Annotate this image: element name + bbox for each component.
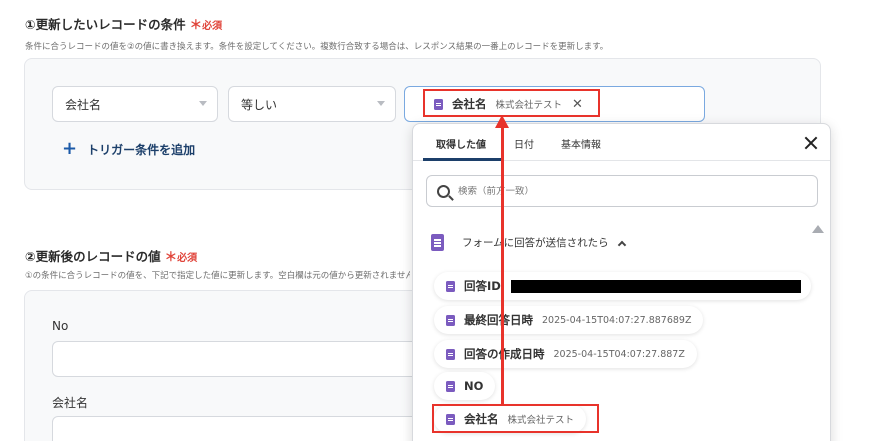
condition-field-value: 会社名 <box>65 97 102 112</box>
item-value: 2025-04-15T04:07:27.887Z <box>553 348 685 360</box>
plus-icon: + <box>62 138 78 159</box>
list-item[interactable]: 回答ID <box>434 272 811 300</box>
item-value: 2025-04-15T04:07:27.887689Z <box>542 314 692 326</box>
google-forms-icon <box>446 314 455 326</box>
google-forms-icon <box>431 234 444 251</box>
field-label-no: No <box>52 319 69 333</box>
highlight-box-source <box>432 404 599 433</box>
section2-title-text: ②更新後のレコードの値 <box>25 249 161 264</box>
close-icon[interactable] <box>802 134 820 152</box>
section1-title-text: ①更新したいレコードの条件 <box>25 17 186 32</box>
item-label: 回答の作成日時 <box>464 347 545 361</box>
redacted-value <box>510 279 801 293</box>
google-forms-icon <box>446 380 455 392</box>
chevron-down-icon <box>199 101 207 106</box>
condition-operator-select[interactable]: 等しい <box>228 86 396 122</box>
add-trigger-label: トリガー条件を追加 <box>87 142 196 157</box>
tab-date[interactable]: 日付 <box>514 136 534 151</box>
item-label: NO <box>464 379 484 393</box>
section1-title: ①更新したいレコードの条件 ＊必須 <box>25 14 222 33</box>
chevron-down-icon <box>377 101 385 106</box>
group-title: フォームに回答が送信されたら <box>462 237 609 249</box>
section1-description: 条件に合うレコードの値を②の値に書き換えます。条件を設定してください。複数行合致… <box>25 42 609 52</box>
add-trigger-button[interactable]: + トリガー条件を追加 <box>62 140 195 158</box>
chevron-up-icon <box>617 240 626 249</box>
condition-operator-value: 等しい <box>241 97 278 112</box>
value-picker-dropdown: 取得した値 日付 基本情報 フォームに回答が送信されたら 回答ID 最終回答日時… <box>412 123 831 441</box>
item-label: 回答ID <box>464 279 501 293</box>
group-header[interactable]: フォームに回答が送信されたら <box>431 234 626 251</box>
list-item[interactable]: NO <box>434 372 496 400</box>
required-mark: ＊ <box>189 17 203 32</box>
required-mark: ＊ <box>164 249 178 264</box>
required-label: 必須 <box>177 253 198 264</box>
arrow-up-icon <box>495 115 509 128</box>
field-input-no[interactable] <box>52 341 432 377</box>
search-icon <box>437 184 450 198</box>
condition-field-select[interactable]: 会社名 <box>52 86 218 122</box>
scroll-up-arrow[interactable] <box>812 225 824 233</box>
section2-description: ①の条件に合うレコードの値を、下記で指定した値に更新します。空白欄は元の値から更… <box>25 271 410 281</box>
list-item[interactable]: 回答の作成日時 2025-04-15T04:07:27.887Z <box>434 340 697 368</box>
active-tab-indicator <box>423 158 503 161</box>
search-box[interactable] <box>426 175 818 207</box>
annotation-arrow <box>501 126 504 404</box>
item-label: 最終回答日時 <box>464 313 533 327</box>
list-item[interactable]: 最終回答日時 2025-04-15T04:07:27.887689Z <box>434 306 704 334</box>
tab-basic-info[interactable]: 基本情報 <box>561 136 601 151</box>
highlight-box-target <box>423 89 600 117</box>
google-forms-icon <box>446 348 455 360</box>
picker-tabs: 取得した値 日付 基本情報 <box>413 124 830 161</box>
required-label: 必須 <box>202 21 223 32</box>
field-label-company: 会社名 <box>52 396 89 410</box>
google-forms-icon <box>446 280 455 292</box>
section2-title: ②更新後のレコードの値 ＊必須 <box>25 246 197 265</box>
tab-fetched-values[interactable]: 取得した値 <box>436 136 486 151</box>
field-input-company[interactable] <box>52 416 432 441</box>
